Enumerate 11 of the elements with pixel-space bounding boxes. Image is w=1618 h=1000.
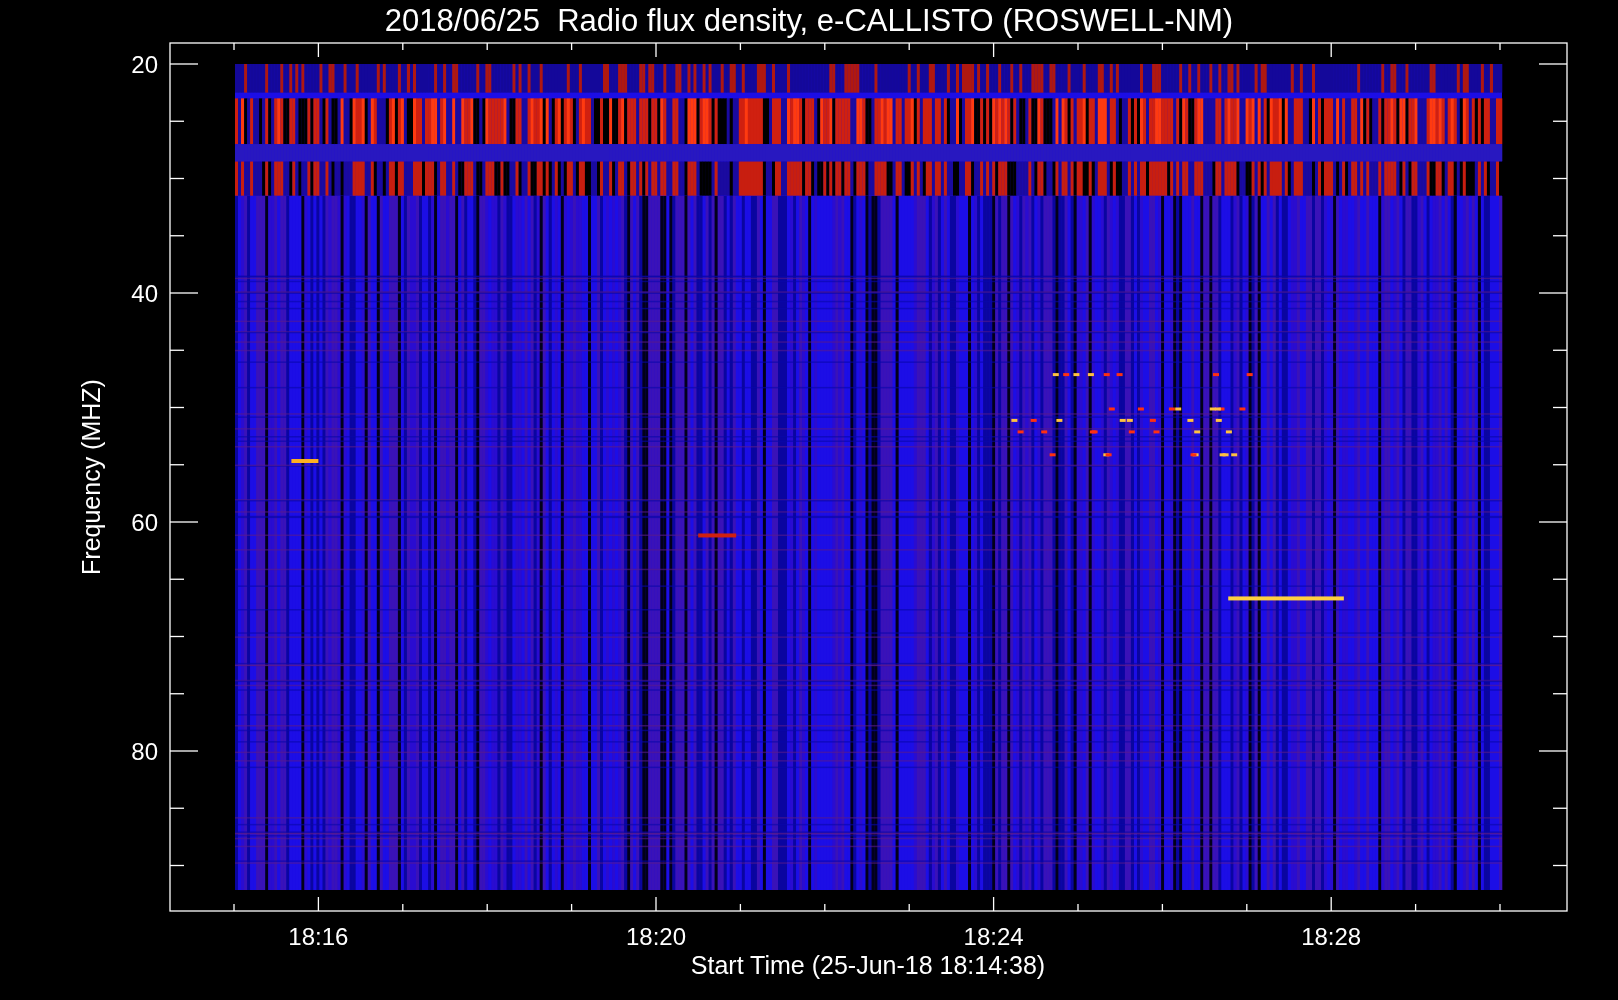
y-tick-label: 40 [131,280,158,307]
y-tick-label: 20 [131,51,158,78]
x-tick-label: 18:24 [963,923,1024,950]
x-tick-label: 18:16 [288,923,349,950]
y-axis-label: Frequency (MHZ) [77,379,105,575]
y-tick-label: 60 [131,509,158,536]
x-tick-label: 18:28 [1301,923,1362,950]
x-tick-label: 18:20 [625,923,687,950]
chart-title: 2018/06/25 Radio flux density, e-CALLISTO (ROSWELL-NM) [384,3,1234,38]
y-tick-label: 80 [131,738,158,765]
x-axis-label: Start Time (25-Jun-18 18:14:38) [690,951,1046,979]
